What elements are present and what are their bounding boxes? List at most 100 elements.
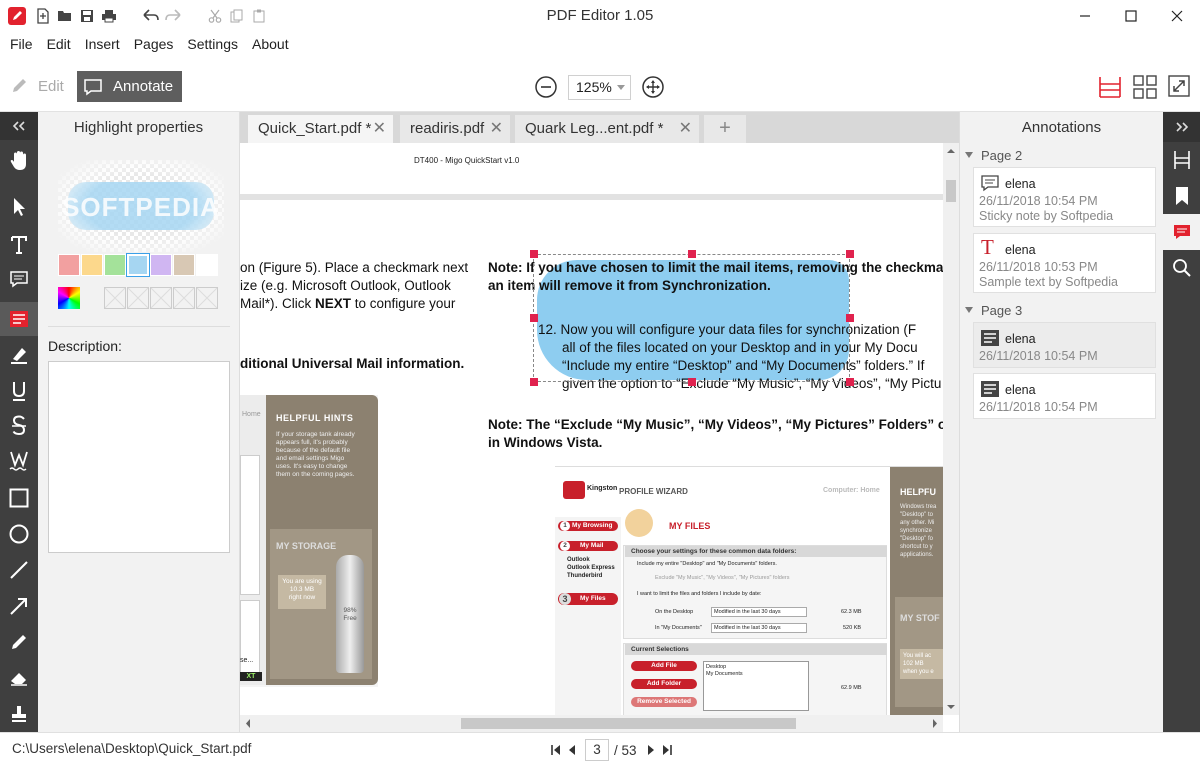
screenshot-hints-title: HELPFU bbox=[900, 487, 936, 497]
menu-edit[interactable]: Edit bbox=[40, 32, 78, 58]
custom-color-slot[interactable] bbox=[127, 287, 149, 309]
color-swatch-yellow[interactable] bbox=[81, 254, 103, 276]
add-tab-button[interactable]: + bbox=[704, 115, 746, 143]
save-icon[interactable] bbox=[76, 6, 98, 26]
vertical-scroll-thumb[interactable] bbox=[946, 180, 956, 202]
minimize-button[interactable] bbox=[1062, 0, 1108, 32]
menu-pages[interactable]: Pages bbox=[127, 32, 181, 58]
grid-view-icon[interactable] bbox=[1133, 75, 1157, 102]
rectangle-tool-icon[interactable] bbox=[0, 481, 38, 515]
custom-color-slot[interactable] bbox=[196, 287, 218, 309]
select-arrow-icon[interactable] bbox=[0, 190, 38, 224]
resize-handle[interactable] bbox=[846, 250, 854, 258]
page-canvas[interactable]: DT400 - Migo QuickStart v1.0 on (Figure … bbox=[240, 143, 943, 715]
selection-box[interactable] bbox=[533, 254, 850, 382]
underline-tool-icon[interactable] bbox=[0, 374, 38, 408]
ellipse-tool-icon[interactable] bbox=[0, 517, 38, 551]
close-button[interactable] bbox=[1154, 0, 1200, 32]
custom-color-slot[interactable] bbox=[173, 287, 195, 309]
close-tab-icon[interactable]: ✕ bbox=[373, 115, 386, 142]
color-picker-icon[interactable] bbox=[58, 287, 80, 309]
scroll-right-icon[interactable] bbox=[929, 715, 941, 732]
annotations-list-icon[interactable] bbox=[1163, 214, 1200, 250]
single-page-view-icon[interactable] bbox=[1098, 75, 1122, 102]
annotation-group-page-3[interactable]: Page 3 bbox=[965, 303, 1022, 318]
last-page-icon[interactable] bbox=[659, 740, 675, 760]
first-page-icon[interactable] bbox=[548, 740, 564, 760]
resize-handle[interactable] bbox=[688, 378, 696, 386]
pencil-tool-icon[interactable] bbox=[0, 625, 38, 659]
description-input[interactable] bbox=[48, 361, 230, 553]
color-swatch-blue[interactable] bbox=[126, 253, 150, 277]
maximize-button[interactable] bbox=[1108, 0, 1154, 32]
sticky-note-tool-icon[interactable] bbox=[0, 262, 38, 296]
hand-tool-icon[interactable] bbox=[0, 144, 38, 178]
tab-quick-start[interactable]: Quick_Start.pdf * ✕ bbox=[248, 115, 393, 143]
search-icon[interactable] bbox=[1163, 250, 1200, 286]
custom-color-slot[interactable] bbox=[150, 287, 172, 309]
menu-file[interactable]: File bbox=[3, 32, 40, 58]
highlight-tool-icon[interactable] bbox=[0, 302, 38, 336]
annotate-mode-button[interactable]: Annotate bbox=[77, 71, 182, 102]
color-swatch-tan[interactable] bbox=[173, 254, 195, 276]
doc-line: ize (e.g. Microsoft Outlook, Outlook bbox=[240, 278, 451, 293]
scroll-down-icon[interactable] bbox=[943, 701, 959, 713]
annotation-item[interactable]: T elena 26/11/2018 10:53 PM Sample text … bbox=[973, 233, 1156, 293]
annotation-item[interactable]: elena 26/11/2018 10:54 PM bbox=[973, 322, 1156, 368]
undo-icon[interactable] bbox=[140, 6, 162, 26]
annotation-item[interactable]: elena 26/11/2018 10:54 PM bbox=[973, 373, 1156, 419]
menu-settings[interactable]: Settings bbox=[180, 32, 245, 58]
resize-handle[interactable] bbox=[530, 314, 538, 322]
open-folder-icon[interactable] bbox=[54, 6, 76, 26]
annotation-item[interactable]: elena 26/11/2018 10:54 PM Sticky note by… bbox=[973, 167, 1156, 227]
scroll-left-icon[interactable] bbox=[242, 715, 254, 732]
resize-handle[interactable] bbox=[530, 378, 538, 386]
thumbnails-icon[interactable] bbox=[1163, 142, 1200, 178]
close-tab-icon[interactable]: ✕ bbox=[679, 115, 692, 142]
collapse-right-button[interactable] bbox=[1163, 112, 1200, 142]
document-view[interactable]: DT400 - Migo QuickStart v1.0 on (Figure … bbox=[240, 143, 959, 732]
stamp-tool-icon[interactable] bbox=[0, 697, 38, 731]
collapse-left-button[interactable] bbox=[0, 112, 38, 140]
marker-tool-icon[interactable] bbox=[0, 338, 38, 372]
scroll-up-icon[interactable] bbox=[943, 145, 959, 157]
color-swatch-white[interactable] bbox=[196, 254, 218, 276]
annotation-group-page-2[interactable]: Page 2 bbox=[965, 148, 1022, 163]
strikethrough-tool-icon[interactable] bbox=[0, 409, 38, 443]
tab-quark[interactable]: Quark Leg...ent.pdf * ✕ bbox=[515, 115, 699, 143]
horizontal-scroll-thumb[interactable] bbox=[461, 718, 796, 729]
line-tool-icon[interactable] bbox=[0, 553, 38, 587]
vertical-scrollbar[interactable] bbox=[943, 143, 959, 715]
next-page-icon[interactable] bbox=[643, 740, 659, 760]
zoom-fit-button[interactable] bbox=[642, 76, 664, 101]
menu-insert[interactable]: Insert bbox=[78, 32, 127, 58]
squiggly-tool-icon[interactable] bbox=[0, 444, 38, 478]
arrow-tool-icon[interactable] bbox=[0, 589, 38, 623]
bookmarks-icon[interactable] bbox=[1163, 178, 1200, 214]
tab-readiris[interactable]: readiris.pdf ✕ bbox=[400, 115, 510, 143]
color-swatch-purple[interactable] bbox=[150, 254, 172, 276]
zoom-select[interactable]: 125% bbox=[568, 75, 631, 100]
screenshot-current-label: Current Selections bbox=[625, 644, 887, 655]
color-swatch-pink[interactable] bbox=[58, 254, 80, 276]
print-icon[interactable] bbox=[98, 6, 120, 26]
resize-handle[interactable] bbox=[846, 314, 854, 322]
color-swatch-green[interactable] bbox=[104, 254, 126, 276]
new-file-icon[interactable] bbox=[32, 6, 54, 26]
description-label: Description: bbox=[48, 338, 122, 354]
horizontal-scrollbar[interactable] bbox=[240, 715, 943, 732]
zoom-out-button[interactable] bbox=[535, 76, 557, 101]
fullscreen-icon[interactable] bbox=[1168, 75, 1190, 100]
eraser-tool-icon[interactable] bbox=[0, 661, 38, 695]
page-number-input[interactable]: 3 bbox=[585, 739, 609, 761]
resize-handle[interactable] bbox=[846, 378, 854, 386]
close-tab-icon[interactable]: ✕ bbox=[490, 115, 503, 142]
highlight-properties-panel: Highlight properties SOFTPEDIA Descripti… bbox=[38, 112, 240, 732]
prev-page-icon[interactable] bbox=[564, 740, 580, 760]
text-tool-icon[interactable] bbox=[0, 228, 38, 262]
resize-handle[interactable] bbox=[530, 250, 538, 258]
resize-handle[interactable] bbox=[688, 250, 696, 258]
menu-about[interactable]: About bbox=[245, 32, 296, 58]
custom-color-slot[interactable] bbox=[104, 287, 126, 309]
edit-mode-button[interactable]: Edit bbox=[10, 74, 64, 98]
